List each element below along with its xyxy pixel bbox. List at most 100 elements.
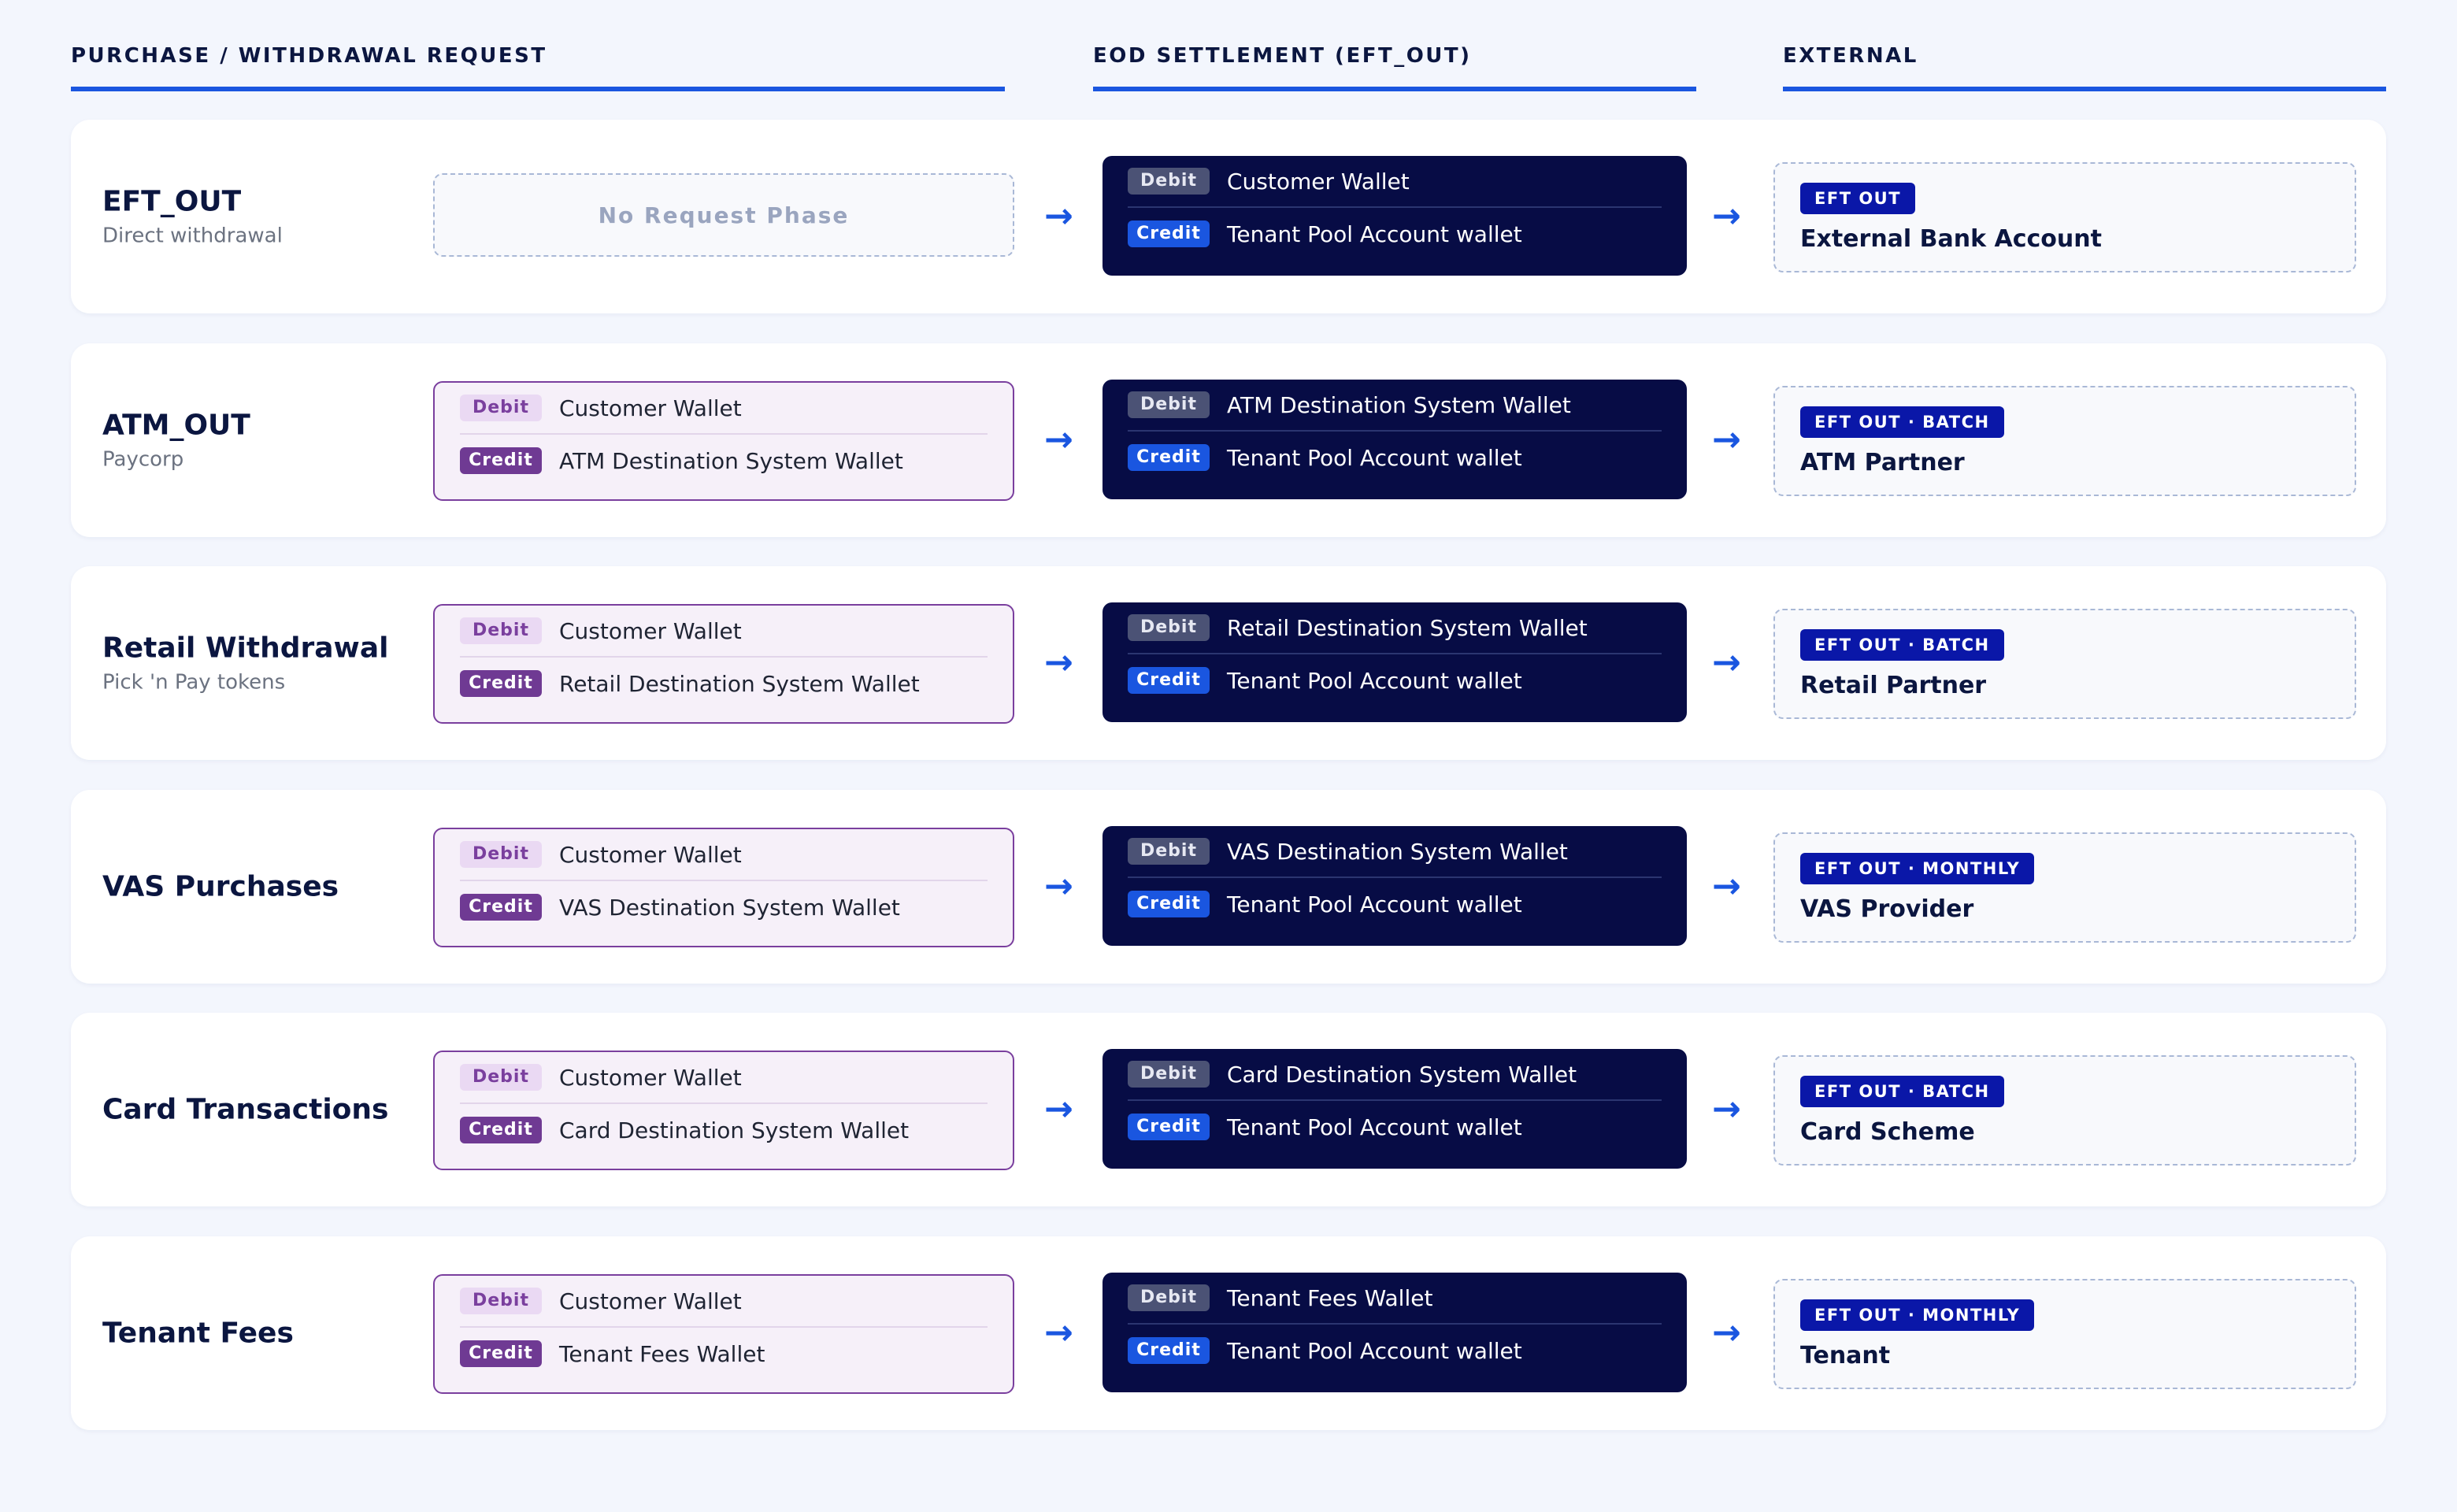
credit-entry: Credit ATM Destination System Wallet [460,435,988,487]
row-title: Retail Withdrawal Pick 'n Pay tokens [102,632,449,695]
credit-pill: Credit [460,670,542,697]
eod-settlement-card: Debit Tenant Fees Wallet Credit Tenant P… [1102,1273,1687,1392]
credit-pill: Credit [1128,891,1210,917]
debit-entry: Debit Retail Destination System Wallet [1128,602,1662,654]
flow-row: ATM_OUT Paycorp Debit Customer Wallet Cr… [71,343,2386,537]
credit-pill: Credit [1128,444,1210,471]
arrow-right-icon: → [1712,1089,1741,1129]
request-card: Debit Customer Wallet Credit Retail Dest… [433,604,1014,724]
row-name: Card Transactions [102,1093,389,1126]
flow-row: Tenant Fees Debit Customer Wallet Credit… [71,1236,2386,1430]
credit-entry: Credit VAS Destination System Wallet [460,881,988,933]
debit-account: ATM Destination System Wallet [1227,391,1571,418]
credit-account: Tenant Pool Account wallet [1227,444,1522,471]
external-card: EFT OUT · BATCH Card Scheme [1773,1055,2356,1166]
credit-entry: Credit Tenant Pool Account wallet [1128,1325,1662,1377]
row-name: ATM_OUT [102,409,250,442]
arrow-right-icon: → [1044,866,1073,906]
column-header-request-label: PURCHASE / WITHDRAWAL REQUEST [71,44,547,68]
debit-entry: Debit Customer Wallet [460,829,988,881]
flow-row: VAS Purchases Debit Customer Wallet Cred… [71,790,2386,984]
eod-settlement-card: Debit Retail Destination System Wallet C… [1102,602,1687,722]
eod-settlement-card: Debit Card Destination System Wallet Cre… [1102,1049,1687,1169]
external-name: Tenant [1800,1342,1891,1369]
column-header-external-label: EXTERNAL [1783,44,1918,68]
debit-pill: Debit [460,617,542,644]
flow-row: Retail Withdrawal Pick 'n Pay tokens Deb… [71,566,2386,760]
debit-pill: Debit [1128,391,1210,418]
debit-account: Customer Wallet [559,1288,742,1314]
row-title: ATM_OUT Paycorp [102,410,449,472]
row-title: Tenant Fees [102,1317,449,1350]
credit-pill: Credit [460,894,542,921]
debit-entry: Debit Customer Wallet [460,383,988,435]
external-badge: EFT OUT · MONTHLY [1800,1299,2035,1331]
debit-pill: Debit [460,1064,542,1091]
no-request-label: No Request Phase [598,202,850,228]
external-name: External Bank Account [1800,225,2102,253]
credit-entry: Credit Tenant Fees Wallet [460,1328,988,1380]
arrow-right-icon: → [1712,866,1741,906]
debit-account: Customer Wallet [559,841,742,868]
request-card: Debit Customer Wallet Credit Card Destin… [433,1051,1014,1170]
external-name: ATM Partner [1800,449,1965,476]
request-card-empty: No Request Phase [433,173,1014,257]
debit-account: Customer Wallet [559,617,742,644]
arrow-right-icon: → [1712,643,1741,683]
debit-entry: Debit VAS Destination System Wallet [1128,826,1662,878]
credit-account: Tenant Fees Wallet [559,1340,765,1367]
external-card: EFT OUT · BATCH ATM Partner [1773,386,2356,496]
credit-account: Tenant Pool Account wallet [1227,891,1522,917]
debit-pill: Debit [1128,1061,1210,1088]
debit-pill: Debit [1128,168,1210,195]
credit-pill: Credit [1128,1337,1210,1364]
credit-pill: Credit [460,447,542,474]
column-header-request: PURCHASE / WITHDRAWAL REQUEST [71,44,1005,91]
credit-account: Tenant Pool Account wallet [1227,1337,1522,1364]
row-name: EFT_OUT [102,185,242,218]
row-title: Card Transactions [102,1094,449,1126]
row-subtitle: Paycorp [102,447,184,472]
external-card: EFT OUT · BATCH Retail Partner [1773,609,2356,719]
eod-settlement-card: Debit ATM Destination System Wallet Cred… [1102,380,1687,499]
debit-entry: Debit Customer Wallet [460,1276,988,1328]
column-header-eod-label: EOD SETTLEMENT (EFT_OUT) [1093,44,1472,68]
debit-pill: Debit [1128,1284,1210,1311]
row-title: VAS Purchases [102,871,449,903]
row-name: Retail Withdrawal [102,632,389,665]
arrow-right-icon: → [1712,1313,1741,1353]
credit-entry: Credit Tenant Pool Account wallet [1128,654,1662,706]
credit-entry: Credit Tenant Pool Account wallet [1128,1101,1662,1153]
row-subtitle: Direct withdrawal [102,224,283,248]
row-title: EFT_OUT Direct withdrawal [102,186,449,248]
row-name: VAS Purchases [102,870,339,903]
debit-account: VAS Destination System Wallet [1227,838,1568,865]
request-card: Debit Customer Wallet Credit VAS Destina… [433,828,1014,947]
credit-pill: Credit [1128,220,1210,247]
debit-account: Customer Wallet [559,1064,742,1091]
eod-settlement-card: Debit Customer Wallet Credit Tenant Pool… [1102,156,1687,276]
credit-account: Tenant Pool Account wallet [1227,1114,1522,1140]
request-card: Debit Customer Wallet Credit Tenant Fees… [433,1274,1014,1394]
arrow-right-icon: → [1712,420,1741,460]
credit-pill: Credit [1128,1114,1210,1140]
debit-pill: Debit [1128,838,1210,865]
arrow-right-icon: → [1044,643,1073,683]
debit-entry: Debit Customer Wallet [460,606,988,658]
external-badge: EFT OUT · BATCH [1800,629,2004,661]
debit-entry: Debit Card Destination System Wallet [1128,1049,1662,1101]
arrow-right-icon: → [1044,1313,1073,1353]
debit-account: Customer Wallet [559,395,742,421]
debit-entry: Debit Customer Wallet [460,1052,988,1104]
credit-pill: Credit [460,1117,542,1143]
debit-pill: Debit [460,1288,542,1314]
flow-row: Card Transactions Debit Customer Wallet … [71,1013,2386,1206]
credit-account: ATM Destination System Wallet [559,447,903,474]
credit-entry: Credit Card Destination System Wallet [460,1104,988,1156]
debit-entry: Debit Customer Wallet [1128,156,1662,208]
external-card: EFT OUT · MONTHLY Tenant [1773,1279,2356,1389]
credit-account: Tenant Pool Account wallet [1227,220,1522,247]
external-badge: EFT OUT [1800,183,1916,214]
external-card: EFT OUT External Bank Account [1773,162,2356,272]
debit-pill: Debit [460,395,542,421]
